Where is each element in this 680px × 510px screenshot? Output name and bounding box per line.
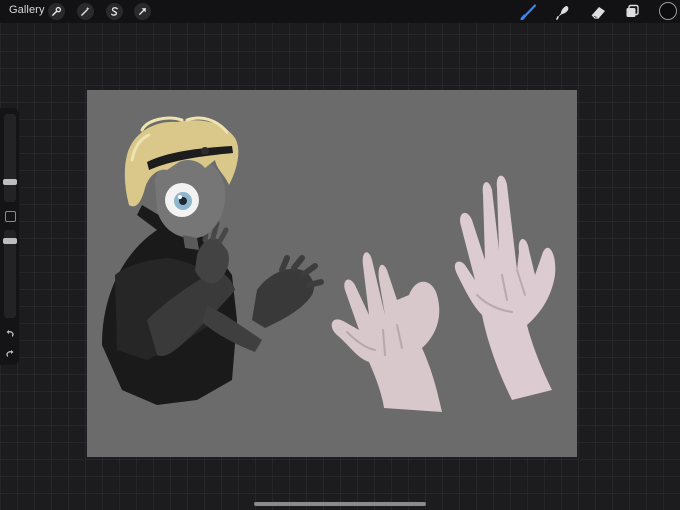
opacity-handle[interactable] (3, 238, 17, 244)
drawing-canvas[interactable] (87, 90, 577, 457)
redo-icon[interactable] (4, 348, 16, 360)
eraser-icon[interactable] (588, 2, 608, 21)
home-indicator[interactable] (254, 502, 426, 506)
artwork (102, 116, 556, 412)
hand-study-right (454, 175, 556, 400)
top-toolbar: Gallery (0, 0, 680, 23)
hand-study-left (331, 252, 442, 412)
left-sidebar (0, 108, 19, 365)
smudge-icon[interactable] (553, 2, 573, 21)
wrench-icon[interactable] (48, 3, 65, 20)
layers-icon[interactable] (622, 2, 642, 21)
character-figure (102, 116, 324, 405)
brush-icon[interactable] (519, 2, 539, 21)
color-picker-button[interactable] (659, 2, 677, 20)
brush-size-slider[interactable] (4, 114, 16, 202)
undo-icon[interactable] (4, 328, 16, 340)
magic-wand-icon[interactable] (77, 3, 94, 20)
arrow-cursor-icon[interactable] (134, 3, 151, 20)
modify-button[interactable] (5, 211, 16, 222)
gallery-button[interactable]: Gallery (9, 4, 45, 16)
selection-s-icon[interactable] (106, 3, 123, 20)
brush-size-handle[interactable] (3, 179, 17, 185)
